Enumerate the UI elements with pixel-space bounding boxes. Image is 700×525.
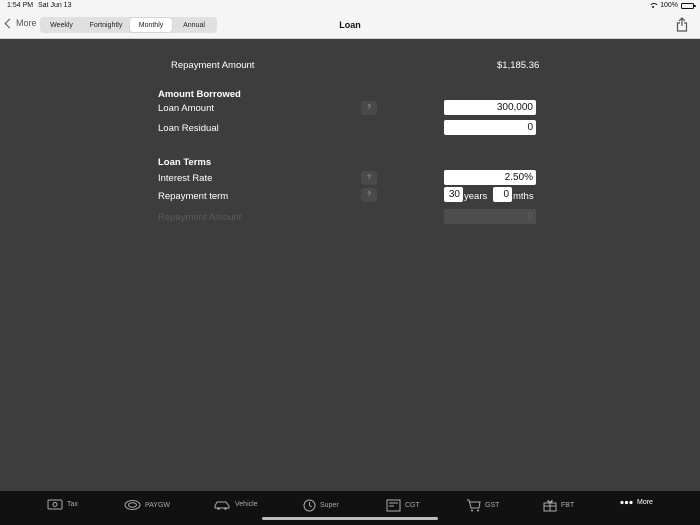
term-years-input[interactable]	[444, 187, 463, 202]
section-heading-loan-terms: Loan Terms	[158, 157, 212, 168]
status-time: 1:54 PM	[7, 2, 34, 9]
cart-icon	[467, 499, 481, 512]
interest-rate-input[interactable]	[444, 170, 536, 185]
more-dots-icon	[620, 500, 633, 505]
calculator-icon	[386, 499, 401, 512]
navigation-bar: More Weekly Fortnightly Monthly Annual L…	[0, 12, 700, 39]
loan-amount-input[interactable]	[444, 100, 536, 115]
section-heading-amount-borrowed: Amount Borrowed	[158, 89, 241, 100]
repayment-term-help-button[interactable]: ?	[361, 188, 377, 202]
tab-label: Tax	[67, 501, 78, 508]
tab-label: More	[637, 499, 653, 506]
tab-label: FBT	[561, 502, 575, 509]
coins-icon	[124, 500, 141, 510]
tab-gst[interactable]: GST	[466, 499, 499, 512]
status-bar: 1:54 PM Sat Jun 13 100%	[0, 0, 700, 12]
banknote-icon	[47, 499, 63, 510]
wifi-icon	[649, 2, 660, 9]
loan-amount-help-button[interactable]: ?	[361, 101, 377, 115]
gift-icon	[543, 500, 557, 512]
repayment-term-label: Repayment term	[158, 191, 229, 202]
tab-paygw[interactable]: PAYGW	[124, 499, 170, 511]
months-unit-label: mths	[513, 191, 534, 202]
share-button[interactable]	[676, 17, 688, 32]
piggy-clock-icon	[303, 499, 316, 512]
tab-cgt[interactable]: CGT	[386, 499, 420, 512]
years-unit-label: years	[464, 191, 488, 202]
repayment-amount-field	[444, 209, 536, 224]
tab-super[interactable]: Super	[303, 499, 339, 512]
car-icon	[214, 501, 230, 510]
loan-amount-label: Loan Amount	[158, 103, 214, 114]
tab-label: Super	[320, 502, 339, 509]
interest-rate-label: Interest Rate	[158, 173, 213, 184]
share-icon	[676, 17, 688, 32]
loan-residual-label: Loan Residual	[158, 123, 219, 134]
repayment-amount-label: Repayment Amount	[158, 212, 242, 223]
page-title: Loan	[339, 20, 361, 30]
tab-label: CGT	[405, 502, 420, 509]
tab-label: Vehicle	[235, 501, 258, 508]
tab-tax[interactable]: Tax	[47, 499, 78, 510]
tab-fbt[interactable]: FBT	[543, 499, 574, 512]
tab-label: GST	[485, 502, 500, 509]
tab-more[interactable]: More	[620, 499, 653, 506]
battery-icon	[681, 2, 696, 9]
summary-value: $1,185.36	[497, 60, 540, 71]
status-right: 100%	[649, 2, 696, 9]
tab-label: PAYGW	[145, 501, 171, 509]
battery-percent: 100%	[660, 2, 678, 9]
interest-rate-help-button[interactable]: ?	[361, 171, 377, 185]
status-date: Sat Jun 13	[38, 2, 72, 9]
term-months-input[interactable]	[493, 187, 512, 202]
summary-label: Repayment Amount	[171, 60, 255, 71]
tab-vehicle[interactable]: Vehicle	[214, 499, 258, 510]
home-indicator	[262, 517, 438, 520]
loan-residual-input[interactable]	[444, 120, 536, 135]
